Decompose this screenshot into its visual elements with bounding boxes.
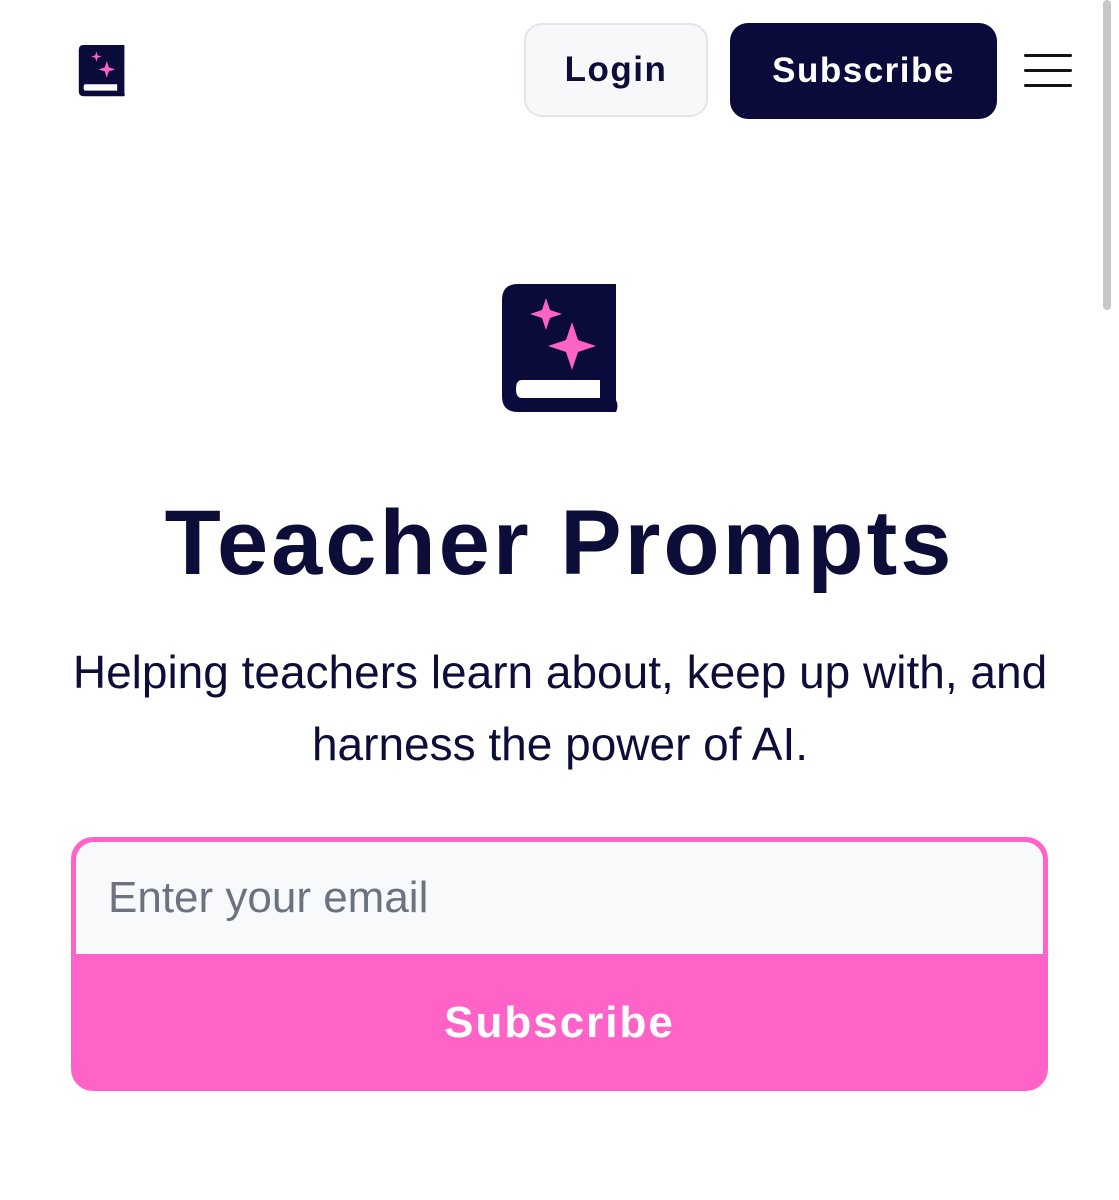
email-signup-form: Subscribe (71, 837, 1048, 1091)
page-title: Teacher Prompts (164, 492, 955, 594)
book-sparkle-icon[interactable] (78, 44, 126, 98)
email-input[interactable] (76, 842, 1043, 954)
book-sparkle-icon (500, 282, 620, 416)
login-button[interactable]: Login (524, 23, 708, 117)
page-tagline: Helping teachers learn about, keep up wi… (72, 646, 1048, 770)
scrollbar[interactable] (1103, 0, 1111, 310)
subscribe-button[interactable]: Subscribe (730, 23, 997, 119)
hamburger-menu-icon[interactable] (1024, 54, 1072, 88)
subscribe-submit-button[interactable]: Subscribe (71, 954, 1048, 1091)
top-navigation-bar: Login Subscribe (0, 0, 1119, 140)
